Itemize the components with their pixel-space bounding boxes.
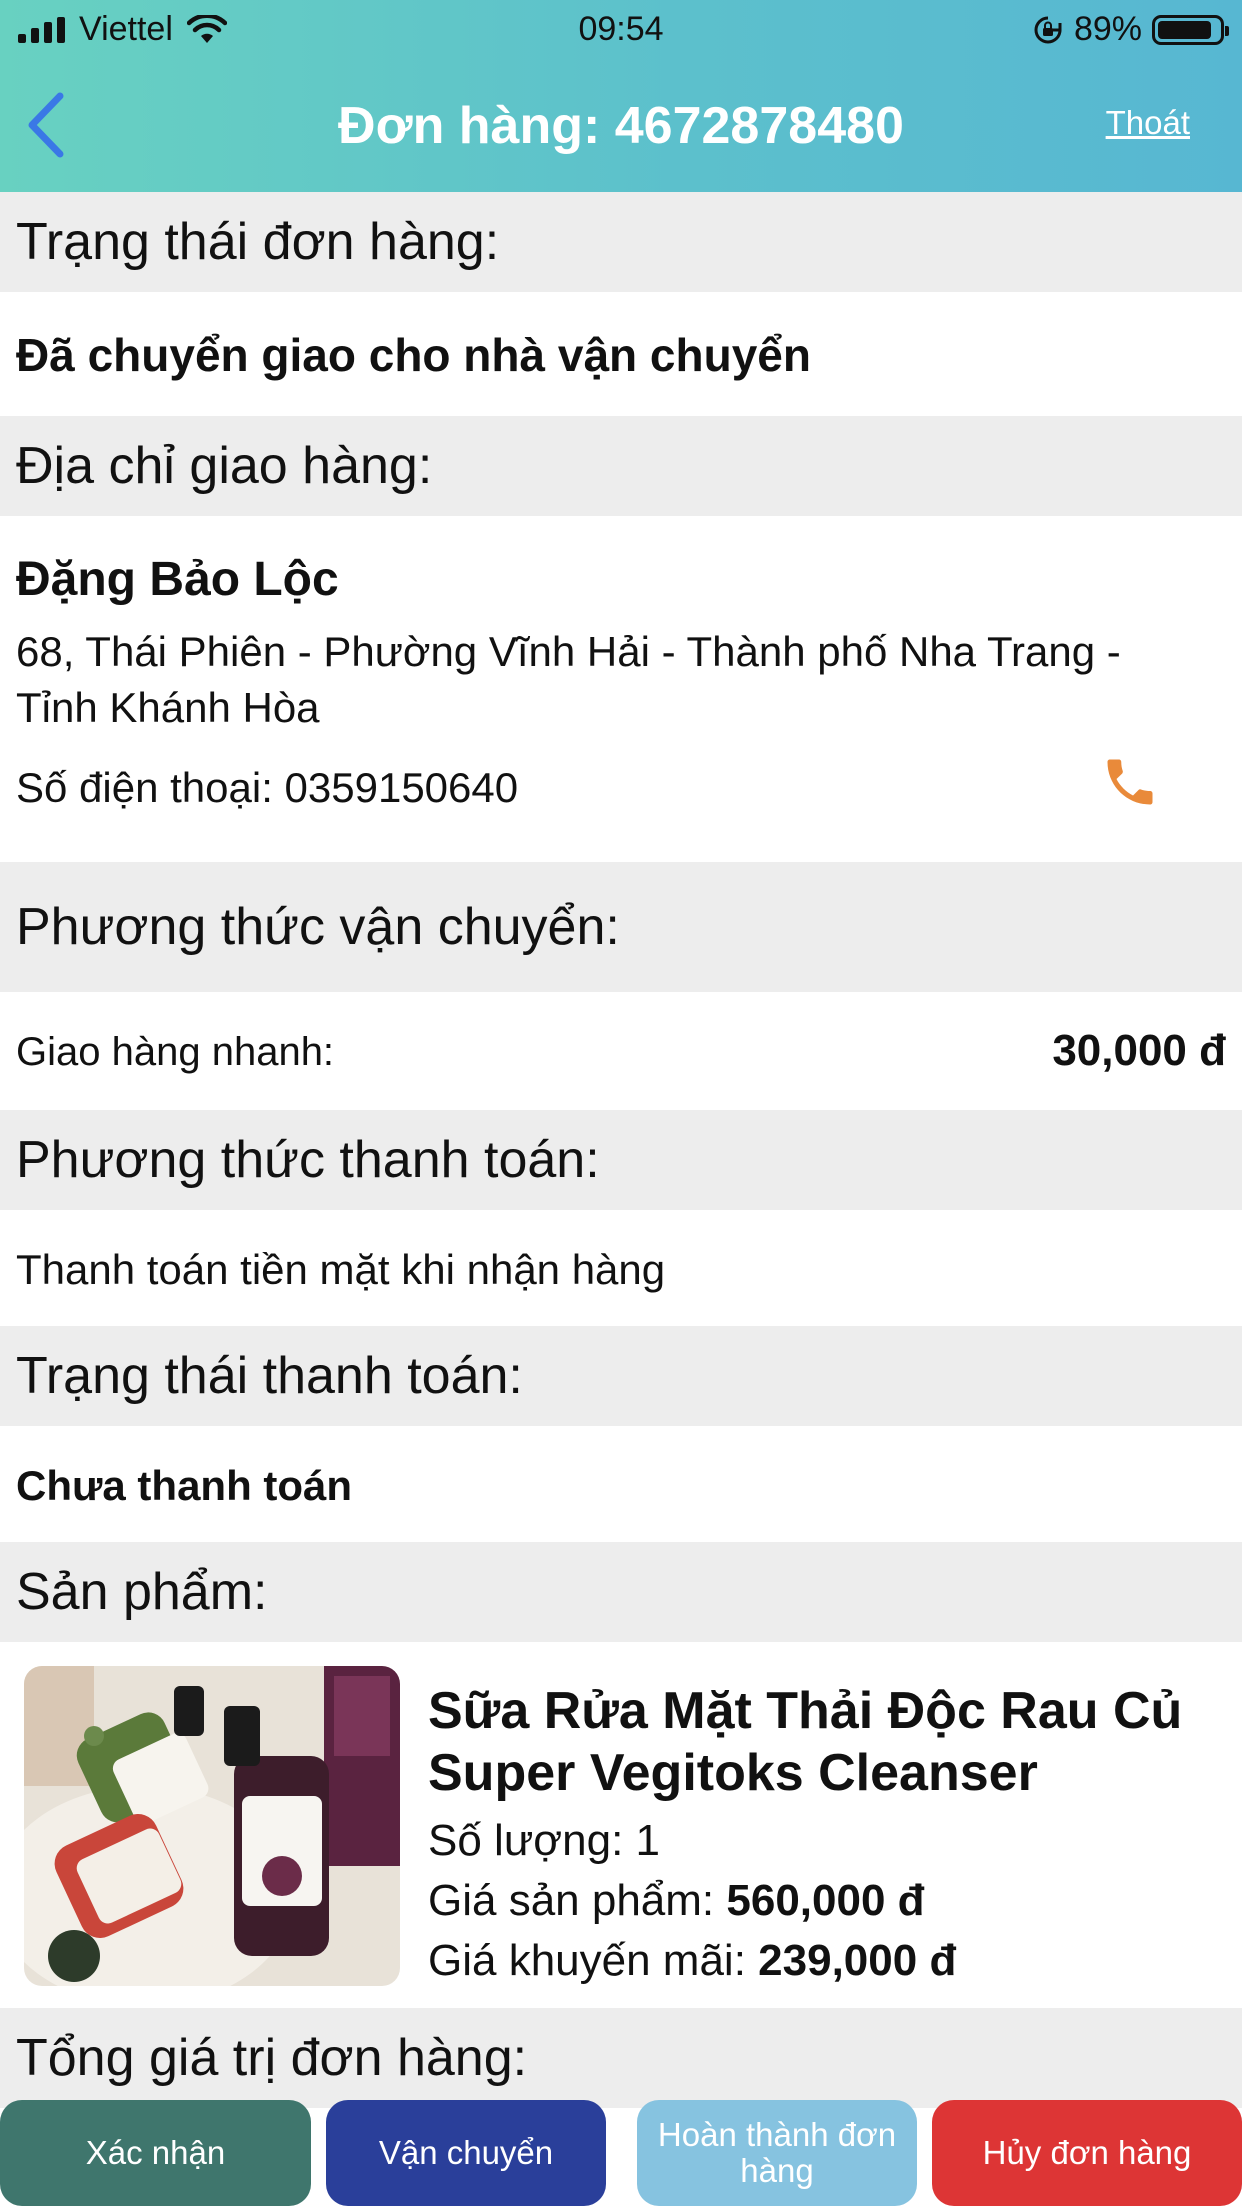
- product-quantity: Số lượng: 1: [428, 1816, 660, 1865]
- payment-status-heading: Trạng thái thanh toán:: [0, 1326, 1242, 1426]
- confirm-button[interactable]: Xác nhận: [0, 2100, 311, 2206]
- products-heading: Sản phẩm:: [0, 1542, 1242, 1642]
- address-heading: Địa chỉ giao hàng:: [0, 416, 1242, 516]
- page-title: Đơn hàng: 4672878480: [338, 97, 904, 155]
- phone-call-icon[interactable]: [1100, 752, 1160, 812]
- battery-percent: 89%: [1073, 10, 1142, 48]
- shipping-fee: 30,000 đ: [1052, 1026, 1226, 1075]
- header: Viettel 09:54 89% Đơn hàng: 4672878480 T…: [0, 0, 1242, 192]
- product-image[interactable]: [24, 1666, 400, 1986]
- battery-icon: [1152, 14, 1229, 45]
- product-price-label: Giá sản phẩm:: [428, 1876, 715, 1925]
- rotation-lock-icon: [1034, 16, 1062, 43]
- phone-number: Số điện thoại: 0359150640: [16, 764, 519, 811]
- address-line-1: 68, Thái Phiên - Phường Vĩnh Hải - Thành…: [16, 628, 1121, 675]
- product-sale-label: Giá khuyến mãi:: [428, 1936, 746, 1985]
- order-status-value: Đã chuyển giao cho nhà vận chuyển: [16, 329, 811, 381]
- ship-button[interactable]: Vận chuyển: [326, 2100, 606, 2206]
- cancel-order-button[interactable]: Hủy đơn hàng: [932, 2100, 1242, 2206]
- product-name[interactable]: Sữa Rửa Mặt Thải Độc Rau Củ Super Vegito…: [428, 1680, 1218, 1804]
- payment-status-value: Chưa thanh toán: [16, 1462, 353, 1509]
- payment-method: Thanh toán tiền mặt khi nhận hàng: [16, 1246, 666, 1293]
- recipient-name: Đặng Bảo Lộc: [16, 553, 339, 606]
- product-sale-row: Giá khuyến mãi: 239,000 đ: [428, 1936, 956, 1986]
- payment-heading: Phương thức thanh toán:: [0, 1110, 1242, 1210]
- exit-link[interactable]: Thoát: [1106, 104, 1190, 142]
- shipping-heading: Phương thức vận chuyển:: [0, 862, 1242, 992]
- shipping-method: Giao hàng nhanh:: [16, 1030, 335, 1074]
- product-price: 560,000 đ: [726, 1876, 925, 1925]
- total-heading: Tổng giá trị đơn hàng:: [0, 2008, 1242, 2108]
- nav-bar: Đơn hàng: 4672878480 Thoát: [0, 60, 1242, 192]
- product-price-row: Giá sản phẩm: 560,000 đ: [428, 1876, 925, 1926]
- complete-order-button[interactable]: Hoàn thành đơn hàng: [637, 2100, 917, 2206]
- address-line-2: Tỉnh Khánh Hòa: [16, 684, 320, 731]
- product-sale-price: 239,000 đ: [758, 1936, 957, 1985]
- order-status-heading: Trạng thái đơn hàng:: [0, 192, 1242, 292]
- status-bar: Viettel 09:54 89%: [0, 0, 1242, 60]
